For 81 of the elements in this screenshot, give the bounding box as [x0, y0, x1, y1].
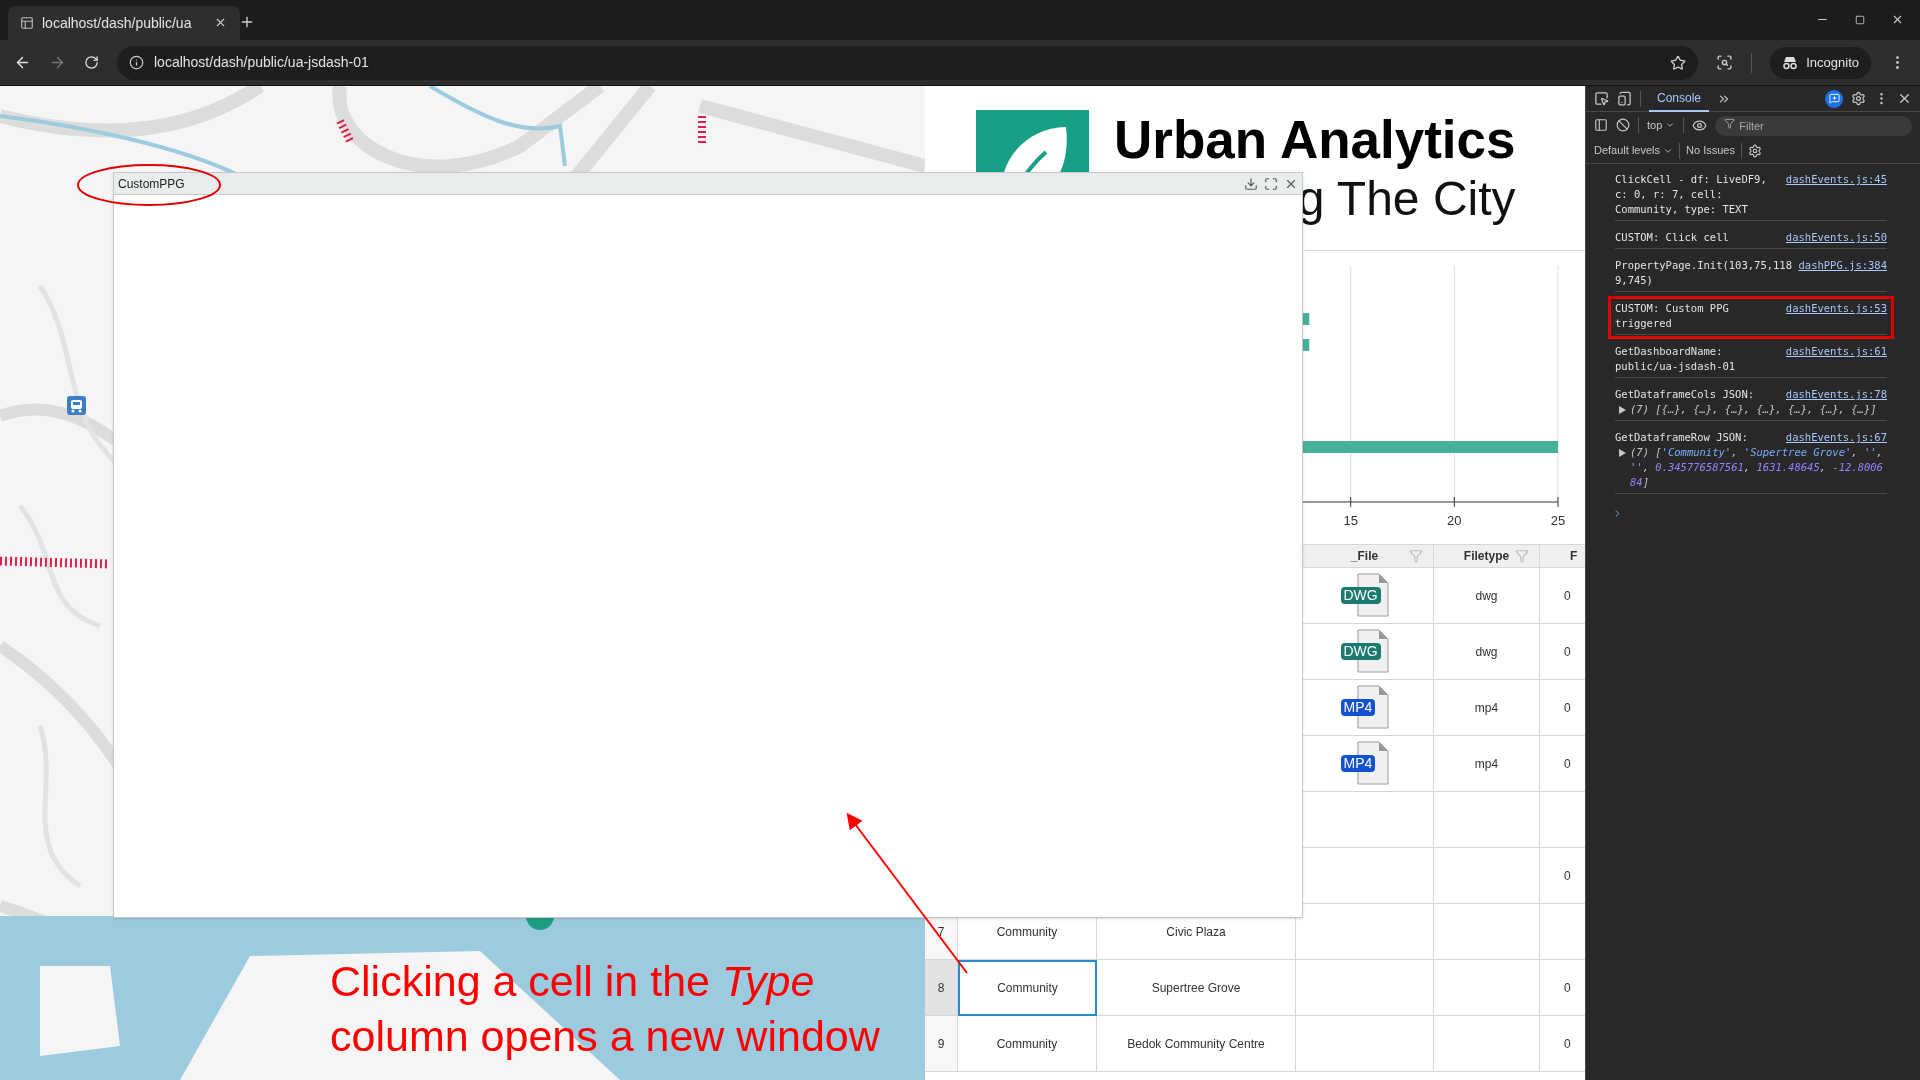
source-link[interactable]: dashEvents.js:50 [1785, 230, 1887, 245]
bar [1303, 313, 1310, 325]
expand-triangle-icon[interactable] [1619, 406, 1626, 414]
new-tab-icon[interactable] [239, 14, 255, 30]
file-type-label: MP4 [1340, 754, 1376, 772]
filter-icon [1724, 118, 1736, 129]
location-marker-icon [67, 396, 86, 415]
download-icon[interactable] [1244, 176, 1258, 191]
app-title: Urban Analytics [1114, 110, 1516, 170]
table-cell[interactable]: Community [958, 1016, 1097, 1072]
filter-field[interactable]: Filter [1715, 116, 1912, 136]
row-number: 9 [925, 1016, 958, 1072]
table-cell[interactable] [1434, 792, 1540, 848]
close-icon[interactable] [214, 16, 227, 29]
table-cell[interactable] [1296, 960, 1434, 1016]
source-link[interactable]: dashEvents.js:45 [1785, 172, 1887, 187]
incognito-icon [1782, 55, 1799, 70]
profile-button[interactable]: Incognito [1770, 46, 1871, 79]
caret-icon [1665, 120, 1676, 130]
column-header[interactable]: F [1540, 545, 1585, 568]
settings-icon[interactable] [1747, 143, 1762, 158]
clear-icon[interactable] [1616, 118, 1630, 132]
page-icon [20, 16, 34, 30]
table-cell[interactable]: mp4 [1434, 680, 1540, 736]
table-cell[interactable] [1434, 960, 1540, 1016]
table-cell[interactable]: dwg [1434, 624, 1540, 680]
address-bar[interactable]: localhost/dash/public/ua-jsdash-01 [117, 45, 1699, 80]
browser-tab[interactable]: localhost/dash/public/ua [8, 6, 240, 40]
close-icon[interactable] [1891, 13, 1904, 26]
table-cell[interactable] [1296, 1016, 1434, 1072]
column-header[interactable]: Filetype [1434, 545, 1540, 568]
annotation-text: Clicking a cell in the Type column opens a new window [330, 956, 881, 1062]
bar [1303, 339, 1310, 351]
maximize-icon[interactable] [1855, 15, 1865, 25]
issues-label: No Issues [1686, 143, 1735, 159]
lens-icon[interactable] [1716, 54, 1734, 71]
file-type-label: DWG [1340, 586, 1381, 604]
source-link[interactable]: dashEvents.js:78 [1785, 387, 1887, 402]
device-icon[interactable] [1617, 91, 1632, 106]
source-link[interactable]: dashEvents.js:61 [1785, 344, 1887, 359]
sidebar-icon[interactable] [1594, 118, 1608, 132]
table-cell[interactable]: Bedok Community Centre [1097, 1016, 1296, 1072]
source-link[interactable]: dashEvents.js:53 [1785, 301, 1887, 316]
log-text: CUSTOM: Click cell [1615, 230, 1730, 245]
log-value: (7) ['Community', 'Supertree Grove', '', '', 0.345776587561, 1631.48645, -12.800684] [1630, 445, 1884, 490]
context-dropdown[interactable]: top [1647, 116, 1676, 134]
table-cell[interactable] [1296, 904, 1434, 960]
expand-triangle-icon[interactable] [1619, 449, 1626, 457]
table-cell[interactable]: Supertree Grove [1097, 960, 1296, 1016]
log-text: PropertyPage.Init(103,75,1189,745) [1615, 258, 1793, 288]
log-text: CUSTOM: Custom PPG triggered [1615, 301, 1730, 331]
source-link[interactable]: dashEvents.js:67 [1785, 430, 1887, 445]
file-type-label: MP4 [1340, 698, 1376, 716]
log-value: (7) [{…}, {…}, {…}, {…}, {…}, {…}, {…}] [1630, 402, 1877, 417]
popup-title: CustomPPG [118, 175, 186, 193]
close-icon[interactable] [1897, 91, 1912, 106]
axis-tick-label: 20 [1447, 513, 1462, 528]
row-number: 8 [925, 960, 958, 1016]
table-cell[interactable] [1434, 1016, 1540, 1072]
settings-icon[interactable] [1851, 91, 1866, 106]
log-text: ClickCell - df: LiveDF9, c: 0, r: 7, cell: Community, type: TEXT [1615, 172, 1768, 217]
table-cell[interactable] [1434, 904, 1540, 960]
console-tab[interactable]: Console [1649, 85, 1710, 112]
table-cell[interactable]: Community [958, 960, 1097, 1016]
log-text: GetDataframeRow JSON: [1615, 430, 1749, 445]
assistant-icon[interactable] [1825, 89, 1843, 108]
reload-icon[interactable] [84, 55, 99, 70]
file-type-label: DWG [1340, 642, 1381, 660]
back-icon[interactable] [14, 54, 31, 71]
table-cell[interactable]: mp4 [1434, 736, 1540, 792]
source-link[interactable]: dashPPG.js:384 [1798, 258, 1887, 273]
fullscreen-icon[interactable] [1264, 176, 1278, 191]
table-cell[interactable] [1434, 848, 1540, 904]
inspect-icon[interactable] [1594, 91, 1609, 106]
log-text: GetDashboardName: public/ua-jsdash-01 [1615, 344, 1737, 374]
axis-tick-label: 25 [1550, 513, 1566, 528]
log-text: GetDataframeCols JSON: [1615, 387, 1756, 402]
levels-dropdown[interactable]: Default levels [1594, 142, 1674, 159]
eye-icon[interactable] [1692, 117, 1708, 133]
axis-tick-label: 15 [1343, 513, 1358, 528]
table-cell[interactable]: dwg [1434, 568, 1540, 624]
